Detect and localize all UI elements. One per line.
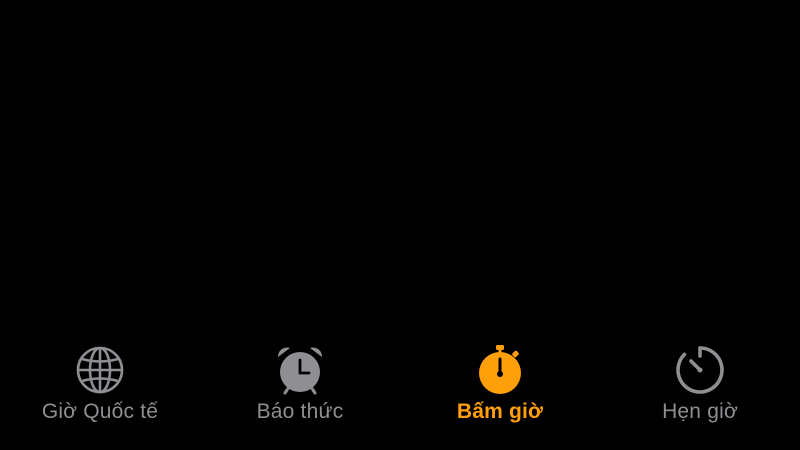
tab-stopwatch[interactable]: Bấm giờ	[400, 335, 600, 424]
tab-label-alarm: Báo thức	[256, 400, 344, 423]
tab-label-stopwatch: Bấm giờ	[456, 400, 544, 423]
tab-world-clock[interactable]: Giờ Quốc tế	[0, 335, 200, 424]
clock-app-screen: Giờ Quốc tế Báo thức Bấm giờ Hẹn giờ	[0, 0, 800, 450]
tab-alarm[interactable]: Báo thức	[200, 335, 400, 424]
timer-icon	[673, 343, 727, 397]
tab-timer[interactable]: Hẹn giờ	[600, 335, 800, 424]
tab-label-timer: Hẹn giờ	[662, 400, 738, 423]
tab-label-world-clock: Giờ Quốc tế	[41, 400, 159, 423]
alarm-clock-icon	[273, 343, 327, 397]
tab-bar: Giờ Quốc tế Báo thức Bấm giờ Hẹn giờ	[0, 335, 800, 450]
stopwatch-content-area	[0, 0, 800, 335]
globe-icon	[73, 343, 127, 397]
stopwatch-icon	[473, 343, 527, 397]
